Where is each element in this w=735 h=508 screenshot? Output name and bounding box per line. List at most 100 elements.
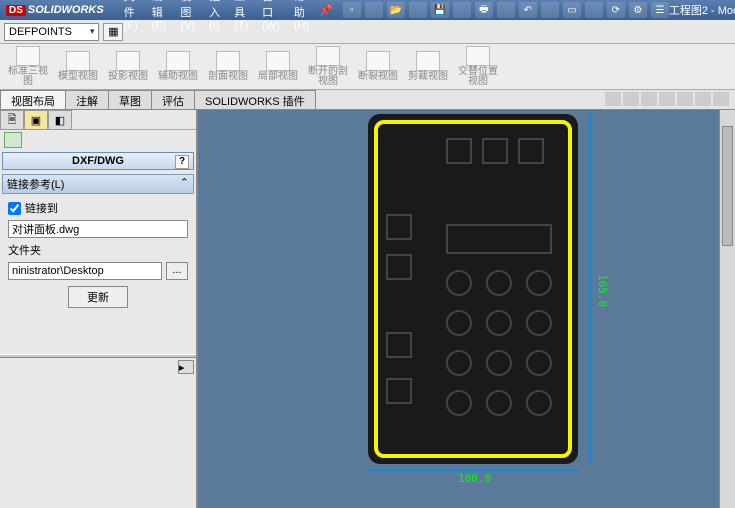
tab-addins[interactable]: SOLIDWORKS 插件 (194, 90, 316, 109)
feature-square (386, 378, 412, 404)
feature-circle (486, 390, 512, 416)
print-icon[interactable]: 🖶 (475, 2, 493, 18)
app-name: SOLIDWORKS (28, 4, 104, 16)
options-icon[interactable]: ⚙ (629, 2, 647, 18)
menu-insert[interactable]: 插入(I) (203, 0, 226, 34)
panel-title: DXF/DWG ? (2, 152, 194, 170)
dim-line (368, 470, 578, 471)
tab-sketch[interactable]: 草图 (108, 90, 152, 109)
zoom-area-icon[interactable] (623, 92, 639, 106)
menu-help[interactable]: 帮助(H) (288, 0, 315, 34)
folder-label: 文件夹 (8, 242, 188, 258)
link-to-check[interactable] (8, 202, 21, 215)
property-manager: 🗎 ▣ ◧ DXF/DWG ? 链接参考(L)⌃ 链接到 文件夹 ... 更新 (0, 110, 198, 508)
link-to-checkbox[interactable]: 链接到 (8, 200, 188, 216)
section-icon[interactable] (659, 92, 675, 106)
command-tabs: 视图布局 注解 草图 评估 SOLIDWORKS 插件 (0, 90, 735, 110)
rb-sectionview[interactable]: 剖面视图 (206, 46, 250, 87)
feature-circle (486, 350, 512, 376)
save-icon[interactable]: 💾 (431, 2, 449, 18)
drawing-canvas[interactable]: 100.0 165.0 (198, 110, 735, 508)
feature-circle (526, 310, 552, 336)
prev-view-icon[interactable] (641, 92, 657, 106)
config-tab[interactable]: ◧ (48, 110, 72, 130)
rb-detailview[interactable]: 局部视图 (256, 46, 300, 87)
dim-height: 165.0 (596, 274, 609, 307)
panel-splitter[interactable] (0, 354, 196, 358)
part-body (368, 114, 578, 464)
panel-scroll-right-icon[interactable]: ▸ (178, 360, 194, 374)
document-title: 工程图2 - Model (原本 DXF/DV (669, 2, 735, 18)
rb-cropview[interactable]: 剪裁视图 (406, 46, 450, 87)
heads-up-toolbar (599, 90, 735, 109)
link-file-input[interactable] (8, 220, 188, 238)
canvas-scrollbar-v[interactable] (719, 110, 735, 508)
feature-tree-tab[interactable]: 🗎 (0, 110, 24, 130)
menu-pin-icon[interactable]: 📌 (319, 4, 333, 17)
dim-width: 100.0 (458, 472, 491, 485)
open-icon[interactable]: 📂 (387, 2, 405, 18)
rb-brokensection[interactable]: 断开的剖视图 (306, 46, 350, 87)
feature-circle (446, 390, 472, 416)
select-icon[interactable]: ▭ (563, 2, 581, 18)
section-link-ref[interactable]: 链接参考(L)⌃ (2, 174, 194, 194)
menu-window[interactable]: 窗口(W) (256, 0, 286, 34)
rb-altposview[interactable]: 交替位置视图 (456, 46, 500, 87)
title-bar: DS SOLIDWORKS 文件(F) 编辑(E) 视图(V) 插入(I) 工具… (0, 0, 735, 20)
layer-combo[interactable]: DEFPOINTS (4, 23, 99, 41)
rb-projview[interactable]: 投影视图 (106, 46, 150, 87)
property-tab[interactable]: ▣ (24, 110, 48, 130)
layer-props-button[interactable]: ▦ (103, 23, 123, 41)
settings-icon[interactable]: ☰ (651, 2, 669, 18)
zoom-fit-icon[interactable] (605, 92, 621, 106)
pm-ok-button[interactable] (4, 132, 22, 148)
rb-std3view[interactable]: 标准三视图 (6, 46, 50, 87)
tab-annotate[interactable]: 注解 (65, 90, 109, 109)
ribbon: 标准三视图 模型视图 投影视图 辅助视图 剖面视图 局部视图 断开的剖视图 断裂… (0, 44, 735, 90)
ds-logo-icon: DS (6, 5, 26, 16)
feature-circle (526, 350, 552, 376)
feature-circle (526, 390, 552, 416)
feature-circle (446, 310, 472, 336)
feature-square (386, 214, 412, 240)
folder-input[interactable] (8, 262, 162, 280)
feature-square (482, 138, 508, 164)
tab-evaluate[interactable]: 评估 (151, 90, 195, 109)
new-icon[interactable]: ▫ (343, 2, 361, 18)
update-button[interactable]: 更新 (68, 286, 128, 308)
feature-circle (526, 270, 552, 296)
tab-viewlayout[interactable]: 视图布局 (0, 90, 66, 109)
collapse-icon[interactable]: ⌃ (180, 176, 189, 192)
menu-edit[interactable]: 编辑(E) (146, 0, 173, 34)
drawing-view: 100.0 165.0 (368, 114, 628, 484)
menu-view[interactable]: 视图(V) (174, 0, 201, 34)
browse-button[interactable]: ... (166, 262, 188, 280)
undo-icon[interactable]: ↶ (519, 2, 537, 18)
scroll-thumb[interactable] (722, 126, 733, 246)
help-icon[interactable]: ? (175, 155, 189, 169)
feature-circle (446, 270, 472, 296)
app-logo: DS SOLIDWORKS (0, 4, 110, 16)
pm-ok-cancel (4, 132, 192, 148)
feature-circle (486, 270, 512, 296)
display-style-icon[interactable] (677, 92, 693, 106)
quick-toolbar: ▫ 📂 💾 🖶 ↶ ▭ ⟳ ⚙ ☰ (343, 2, 669, 18)
layer-toolbar: DEFPOINTS ▦ (0, 20, 735, 44)
menu-bar: 文件(F) 编辑(E) 视图(V) 插入(I) 工具(T) 窗口(W) 帮助(H… (118, 0, 315, 34)
more-icon[interactable] (713, 92, 729, 106)
panel-body: 链接到 文件夹 ... 更新 (6, 198, 190, 312)
main-area: 🗎 ▣ ◧ DXF/DWG ? 链接参考(L)⌃ 链接到 文件夹 ... 更新 (0, 110, 735, 508)
manager-tabs: 🗎 ▣ ◧ (0, 110, 196, 130)
feature-circle (446, 350, 472, 376)
feature-rect (446, 224, 552, 254)
feature-square (518, 138, 544, 164)
menu-tools[interactable]: 工具(T) (228, 0, 254, 34)
rb-breakview[interactable]: 断裂视图 (356, 46, 400, 87)
feature-square (386, 254, 412, 280)
feature-square (386, 332, 412, 358)
rb-modelview[interactable]: 模型视图 (56, 46, 100, 87)
rebuild-icon[interactable]: ⟳ (607, 2, 625, 18)
feature-square (446, 138, 472, 164)
hide-show-icon[interactable] (695, 92, 711, 106)
rb-auxview[interactable]: 辅助视图 (156, 46, 200, 87)
